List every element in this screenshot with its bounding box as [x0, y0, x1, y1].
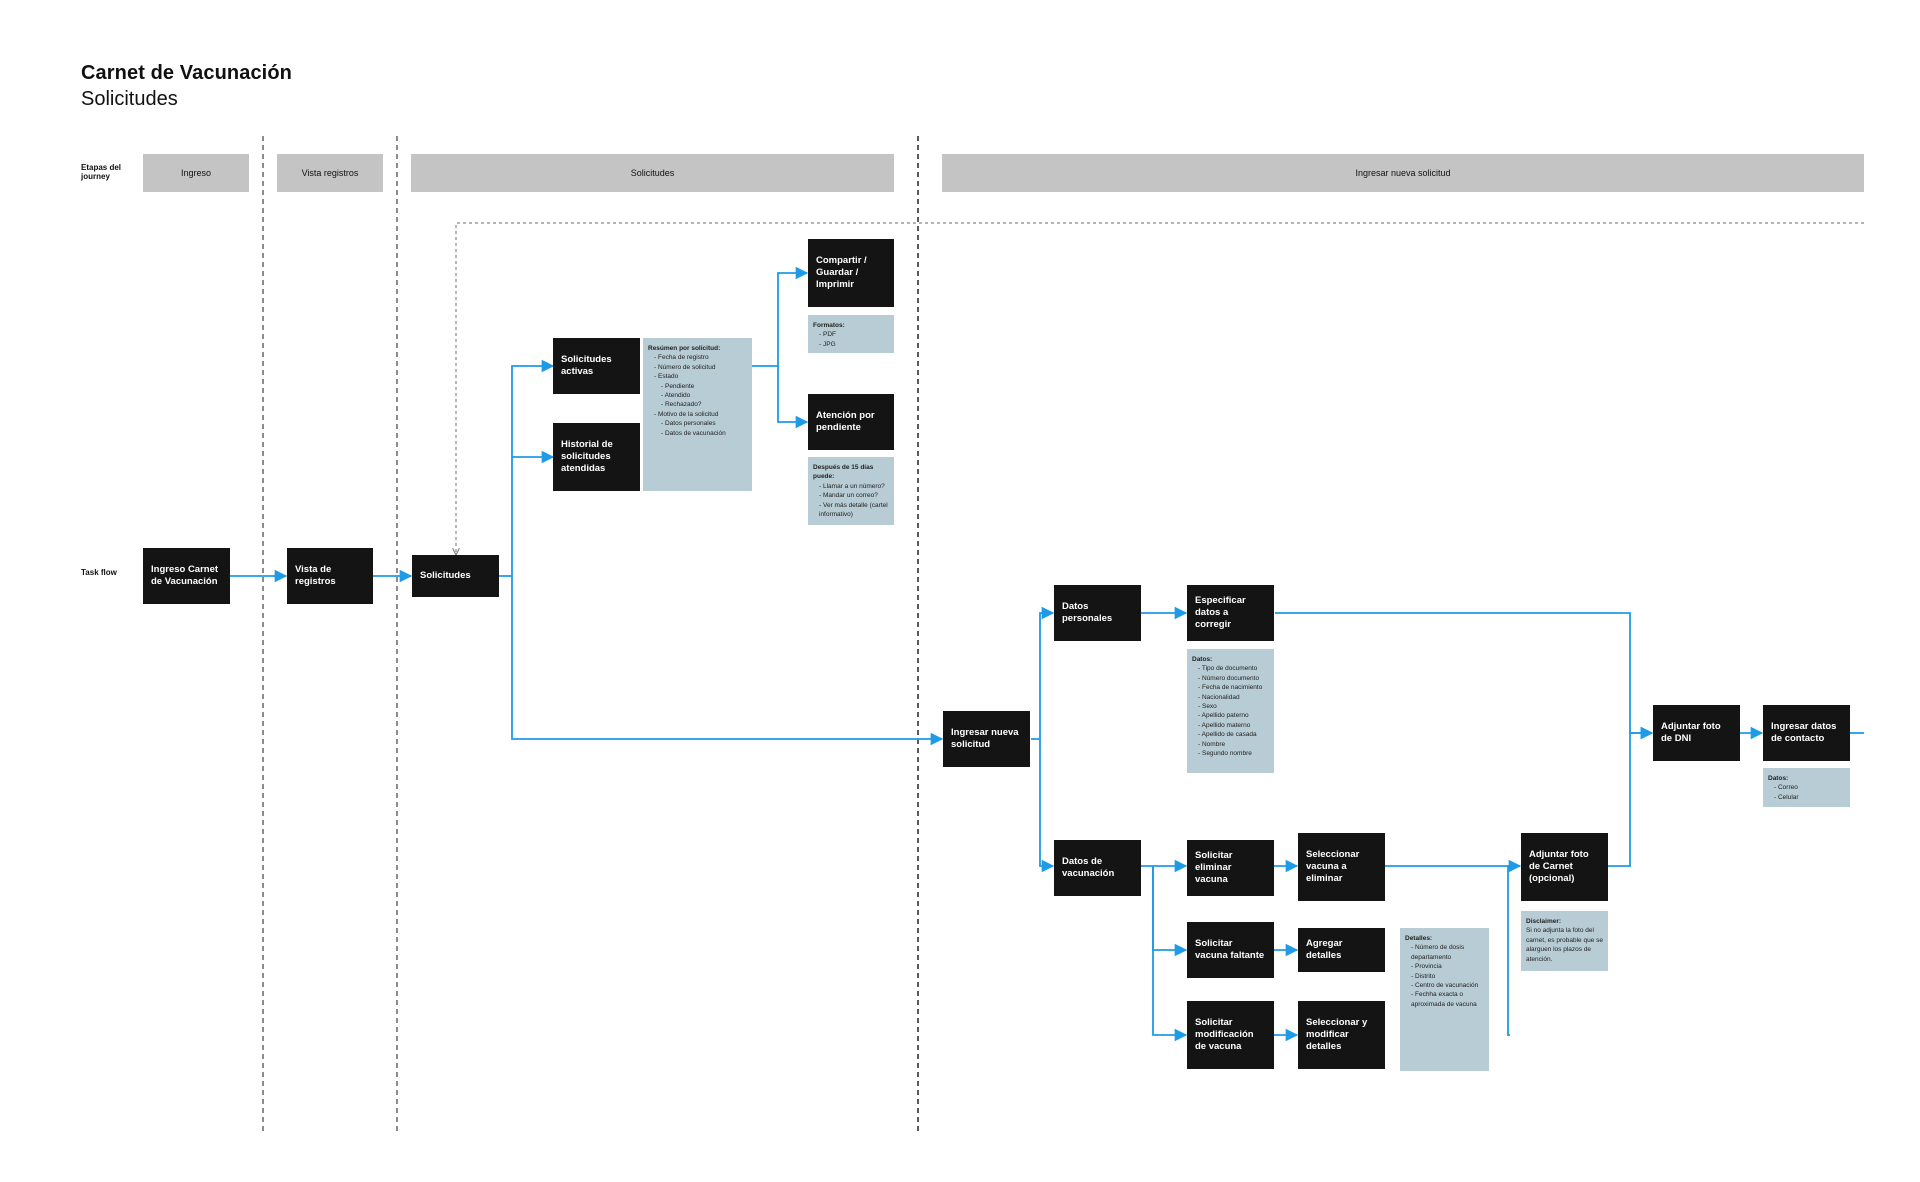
node-atencion-pendiente: Atención por pendiente: [808, 394, 894, 450]
note-title: Datos:: [1768, 775, 1789, 782]
node-especificar-datos: Especificar datos a corregir: [1187, 585, 1274, 641]
flow-arrow: [1031, 606, 1055, 740]
node-solicitar-eliminar-vacuna: Solicitar eliminar vacuna: [1187, 840, 1274, 896]
node-solicitudes-activas: Solicitudes activas: [553, 338, 640, 394]
node-adjuntar-foto-dni: Adjuntar foto de DNI: [1653, 705, 1740, 761]
flow-arrow: [499, 359, 555, 577]
node-agregar-detalles: Agregar detalles: [1298, 928, 1385, 972]
note-item: Fecha de nacimiento: [1198, 683, 1269, 692]
note-item: Centro de vacunación: [1411, 981, 1484, 990]
note-despues-15-dias: Después de 15 días puede: Llamar a un nú…: [808, 457, 894, 525]
note-item: Apellido paterno: [1198, 711, 1269, 720]
note-disclaimer: Disclaimer: Si no adjunta la foto del ca…: [1521, 911, 1608, 971]
note-item: Número de dosis departamento: [1411, 943, 1484, 962]
note-item: Número documento: [1198, 674, 1269, 683]
note-item: Fecha de registro: [654, 353, 747, 362]
note-item: Atendido: [661, 391, 747, 400]
note-item: Nombre: [1198, 740, 1269, 749]
node-historial-solicitudes: Historial de solicitudes atendidas: [553, 423, 640, 491]
note-title: Disclaimer:: [1526, 918, 1562, 925]
node-ingresar-nueva-solicitud: Ingresar nueva solicitud: [943, 711, 1030, 767]
flow-arrow: [511, 576, 944, 746]
flow-arrow: [1275, 612, 1654, 740]
note-title: Detalles:: [1405, 935, 1433, 942]
node-solicitar-modificacion-vacuna: Solicitar modificación de vacuna: [1187, 1001, 1274, 1069]
note-datos-personales: Datos: Tipo de documento Número document…: [1187, 649, 1274, 773]
note-item: Datos de vacunación: [661, 429, 747, 438]
note-item: Llamar a un número?: [819, 482, 889, 491]
note-item: PDF: [819, 330, 889, 339]
node-seleccionar-vacuna-eliminar: Seleccionar vacuna a eliminar: [1298, 833, 1385, 901]
note-title: Formatos:: [813, 322, 845, 329]
node-datos-personales: Datos personales: [1054, 585, 1141, 641]
note-title: Datos:: [1192, 656, 1213, 663]
note-item: JPG: [819, 340, 889, 349]
node-datos-vacunacion: Datos de vacunación: [1054, 840, 1141, 896]
node-adjuntar-foto-carnet: Adjuntar foto de Carnet (opcional): [1521, 833, 1608, 901]
note-item: Correo: [1774, 783, 1845, 792]
note-title: Después de 15 días puede:: [813, 464, 874, 481]
note-title: Resúmen por solicitud:: [648, 345, 721, 352]
note-item: Mandar un correo?: [819, 491, 889, 500]
note-item: Nacionalidad: [1198, 693, 1269, 702]
note-item: Distrito: [1411, 972, 1484, 981]
flow-arrow: [777, 366, 809, 429]
note-item: Motivo de la solicitud: [654, 410, 747, 419]
note-item: Rechazado?: [661, 400, 747, 409]
node-seleccionar-modificar-detalles: Seleccionar y modificar detalles: [1298, 1001, 1385, 1069]
note-item: Ver más detalle (cartel informativo): [819, 501, 889, 520]
flow-arrow: [752, 266, 809, 367]
note-item: Estado: [654, 372, 747, 381]
note-item: Apellido de casada: [1198, 730, 1269, 739]
node-solicitudes: Solicitudes: [412, 555, 499, 597]
note-detalles-vacuna: Detalles: Número de dosis departamento P…: [1400, 928, 1489, 1071]
note-item: Pendiente: [661, 382, 747, 391]
note-item: Segundo nombre: [1198, 749, 1269, 758]
node-ingreso-carnet: Ingreso Carnet de Vacunación: [143, 548, 230, 604]
note-item: Sexo: [1198, 702, 1269, 711]
note-item: Fechha exacta o aproximada de vacuna: [1411, 990, 1484, 1009]
flow-arrow: [1152, 866, 1188, 957]
note-datos-contacto: Datos: Correo Celular: [1763, 768, 1850, 807]
note-item: Celular: [1774, 793, 1845, 802]
node-solicitar-vacuna-faltante: Solicitar vacuna faltante: [1187, 922, 1274, 978]
note-text: Si no adjunta la foto del carnet, es pro…: [1526, 927, 1603, 963]
note-item: Datos personales: [661, 419, 747, 428]
note-item: Número de solicitud: [654, 363, 747, 372]
node-compartir-guardar-imprimir: Compartir / Guardar / Imprimir: [808, 239, 894, 307]
node-ingresar-datos-contacto: Ingresar datos de contacto: [1763, 705, 1850, 761]
note-item: Provincia: [1411, 962, 1484, 971]
note-item: Apellido materno: [1198, 721, 1269, 730]
note-formatos: Formatos: PDF JPG: [808, 315, 894, 353]
note-item: Tipo de documento: [1198, 664, 1269, 673]
node-vista-registros: Vista de registros: [287, 548, 373, 604]
flow-arrow: [1608, 726, 1654, 867]
flow-arrow: [1039, 739, 1055, 873]
note-resumen-solicitud: Resúmen por solicitud: Fecha de registro…: [643, 338, 752, 491]
flow-arrow: [1507, 865, 1520, 1036]
